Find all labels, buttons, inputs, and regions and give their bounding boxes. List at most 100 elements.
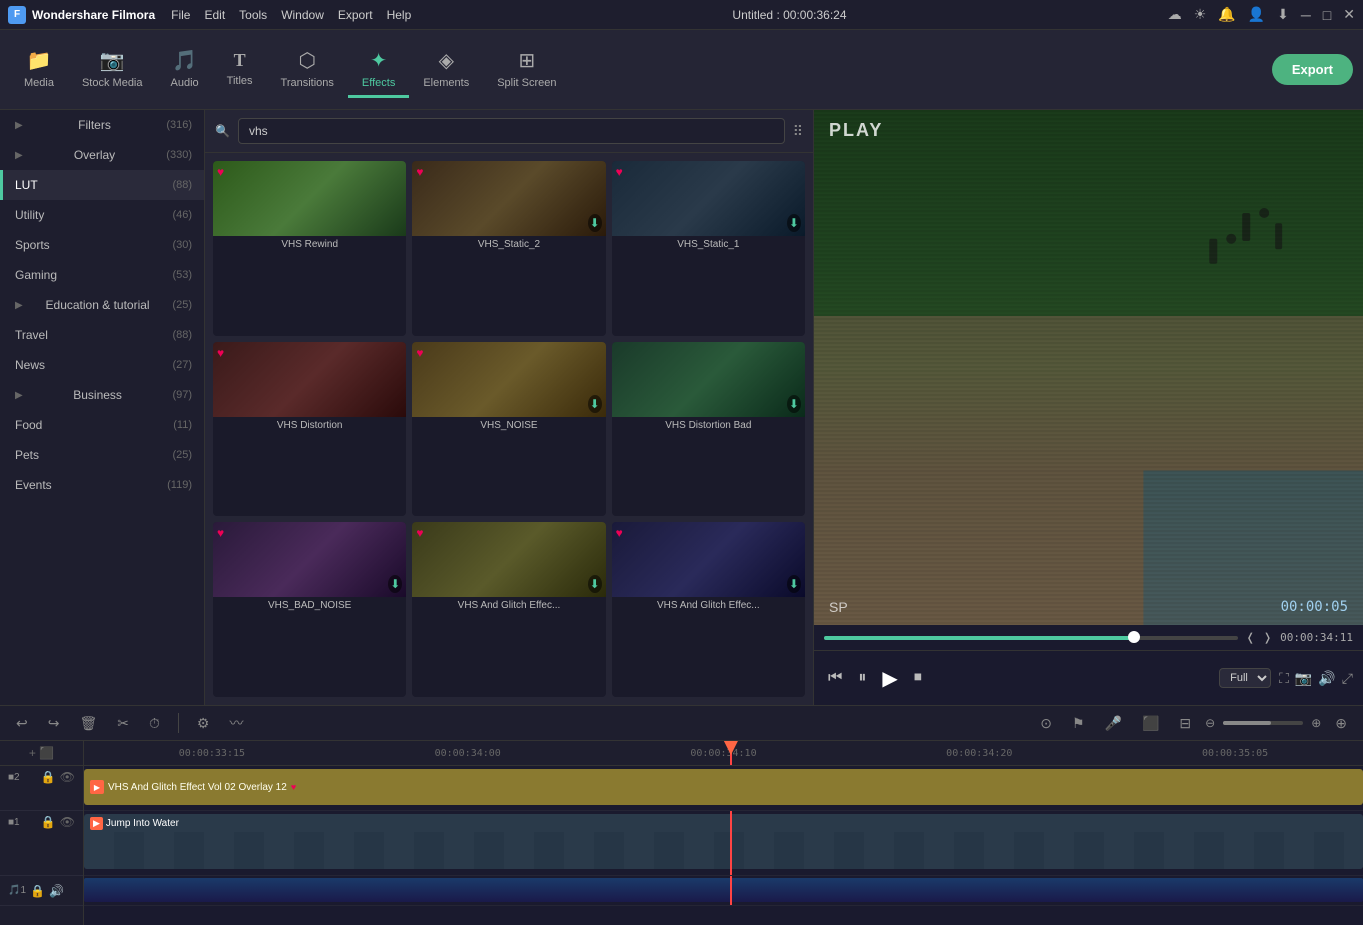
sidebar-item-news[interactable]: News (27) bbox=[0, 350, 204, 380]
effect-card-vhs-noise[interactable]: ♥ ⬇ VHS_NOISE bbox=[412, 342, 605, 517]
toolbar-stock-media[interactable]: 📷 Stock Media bbox=[68, 42, 157, 98]
effect-card-vhs-glitch-2[interactable]: ♥ ⬇ VHS And Glitch Effec... bbox=[612, 522, 805, 697]
expand-preview-icon[interactable]: ⛶ bbox=[1279, 670, 1289, 687]
mute-audio-icon[interactable]: 🔊 bbox=[49, 884, 64, 898]
split-view-button[interactable]: ⊟ bbox=[1173, 712, 1197, 735]
cut-button[interactable]: ✂ bbox=[111, 712, 135, 735]
download-icon[interactable]: ⬇ bbox=[787, 214, 801, 232]
screenshot-icon[interactable]: 📷 bbox=[1295, 670, 1312, 687]
download-icon[interactable]: ⬇ bbox=[388, 575, 402, 593]
zoom-in-icon[interactable]: ⊕ bbox=[1311, 716, 1321, 730]
sidebar-item-events[interactable]: Events (119) bbox=[0, 470, 204, 500]
toolbar-effects[interactable]: ✦ Effects bbox=[348, 42, 409, 98]
volume-icon[interactable]: 🔊 bbox=[1318, 670, 1335, 687]
play-button[interactable]: ▶ bbox=[878, 662, 901, 695]
toolbar-audio[interactable]: 🎵 Audio bbox=[157, 42, 213, 98]
toolbar-transitions[interactable]: ⬡ Transitions bbox=[267, 42, 348, 98]
sidebar-item-sports[interactable]: Sports (30) bbox=[0, 230, 204, 260]
speed-button[interactable]: ⏱ bbox=[143, 712, 166, 735]
sidebar-item-utility[interactable]: Utility (46) bbox=[0, 200, 204, 230]
effect-card-vhs-static-1[interactable]: ♥ ⬇ VHS_Static_1 bbox=[612, 161, 805, 336]
time-ruler[interactable]: 00:00:33:15 00:00:34:00 00:00:34:10 00:0… bbox=[84, 741, 1363, 766]
lock-track-1-icon[interactable]: 🔒 bbox=[41, 815, 56, 829]
menu-file[interactable]: File bbox=[171, 8, 190, 22]
timeline-right-controls: ⊙ ⚑ 🎤 ⬛ ⊟ ⊖ ⊕ ⊕ bbox=[1034, 712, 1353, 735]
timeline-content: + ⬛ ■2 🔒 👁 ■1 🔒 👁 bbox=[0, 741, 1363, 925]
export-button[interactable]: Export bbox=[1272, 54, 1353, 85]
audio-button[interactable]: 〰 bbox=[223, 710, 249, 736]
cloud-icon[interactable]: ☁ bbox=[1168, 6, 1182, 23]
effect-card-vhs-glitch-1[interactable]: ♥ ⬇ VHS And Glitch Effec... bbox=[412, 522, 605, 697]
menu-help[interactable]: Help bbox=[387, 8, 412, 22]
download-icon[interactable]: ⬇ bbox=[1277, 6, 1289, 23]
hide-track-1-icon[interactable]: 👁 bbox=[60, 815, 75, 829]
app-logo: F Wondershare Filmora bbox=[8, 6, 155, 24]
download-icon[interactable]: ⬇ bbox=[787, 395, 801, 413]
user-icon[interactable]: 👤 bbox=[1248, 6, 1265, 23]
undo-button[interactable]: ↩ bbox=[10, 712, 34, 735]
add-track-btn[interactable]: + ⬛ bbox=[29, 746, 54, 760]
sidebar-item-business[interactable]: ▶ Business (97) bbox=[0, 380, 204, 410]
toolbar-media[interactable]: 📁 Media bbox=[10, 42, 68, 98]
menu-window[interactable]: Window bbox=[281, 8, 324, 22]
toolbar-titles[interactable]: T Titles bbox=[213, 44, 267, 96]
download-icon[interactable]: ⬇ bbox=[588, 214, 602, 232]
menu-edit[interactable]: Edit bbox=[204, 8, 225, 22]
sidebar-item-education[interactable]: ▶ Education & tutorial (25) bbox=[0, 290, 204, 320]
download-icon[interactable]: ⬇ bbox=[588, 395, 602, 413]
fullscreen-icon[interactable]: ⤢ bbox=[1342, 670, 1353, 687]
sun-icon[interactable]: ☀ bbox=[1194, 6, 1207, 23]
close-icon[interactable]: ✕ bbox=[1343, 6, 1355, 23]
sidebar-item-overlay[interactable]: ▶ Overlay (330) bbox=[0, 140, 204, 170]
lock-track-2-icon[interactable]: 🔒 bbox=[41, 770, 56, 784]
expand-education-icon: ▶ bbox=[15, 300, 23, 311]
zoom-select[interactable]: Full bbox=[1219, 668, 1271, 688]
rewind-button[interactable]: ⏮ bbox=[824, 665, 846, 691]
sidebar-item-lut[interactable]: LUT (88) bbox=[0, 170, 204, 200]
overlay-clip[interactable]: ▶ VHS And Glitch Effect Vol 02 Overlay 1… bbox=[84, 769, 1363, 805]
video-clip[interactable]: ▶ Jump Into Water bbox=[84, 814, 1363, 869]
audio-record-button[interactable]: 🎤 bbox=[1099, 712, 1128, 735]
toolbar-split-screen[interactable]: ⊞ Split Screen bbox=[483, 42, 570, 98]
menu-tools[interactable]: Tools bbox=[239, 8, 267, 22]
sidebar-item-travel[interactable]: Travel (88) bbox=[0, 320, 204, 350]
zoom-out-icon[interactable]: ⊖ bbox=[1205, 716, 1215, 730]
effect-card-vhs-static-2[interactable]: ♥ ⬇ VHS_Static_2 bbox=[412, 161, 605, 336]
effects-grid: ♥ VHS Rewind ♥ ⬇ VHS_Static_2 ♥ ⬇ VHS_St… bbox=[205, 153, 813, 705]
sidebar-item-filters[interactable]: ▶ Filters (316) bbox=[0, 110, 204, 140]
effect-card-vhs-distortion-bad[interactable]: ⬇ VHS Distortion Bad bbox=[612, 342, 805, 517]
seek-thumb[interactable] bbox=[1128, 631, 1140, 643]
marker-button[interactable]: ⚑ bbox=[1066, 712, 1091, 735]
audio-clip[interactable] bbox=[84, 878, 1363, 902]
add-track-button[interactable]: ⊕ bbox=[1329, 712, 1353, 735]
timeline-zoom-slider[interactable] bbox=[1223, 721, 1303, 725]
toolbar-elements[interactable]: ◈ Elements bbox=[409, 42, 483, 98]
redo-button[interactable]: ↪ bbox=[42, 712, 66, 735]
download-icon[interactable]: ⬇ bbox=[787, 575, 801, 593]
playhead[interactable] bbox=[730, 741, 732, 765]
stop-button[interactable]: ⏹ bbox=[910, 665, 926, 691]
effect-card-vhs-bad-noise[interactable]: ♥ ⬇ VHS_BAD_NOISE bbox=[213, 522, 406, 697]
effect-card-vhs-rewind[interactable]: ♥ VHS Rewind bbox=[213, 161, 406, 336]
step-back-button[interactable]: ⏸ bbox=[854, 665, 870, 691]
delete-button[interactable]: 🗑 bbox=[73, 712, 103, 735]
hide-track-2-icon[interactable]: 👁 bbox=[60, 770, 75, 784]
sidebar-item-pets[interactable]: Pets (25) bbox=[0, 440, 204, 470]
menu-export[interactable]: Export bbox=[338, 8, 373, 22]
effect-card-vhs-distortion[interactable]: ♥ VHS Distortion bbox=[213, 342, 406, 517]
titles-label: Titles bbox=[227, 75, 253, 87]
sidebar-item-gaming[interactable]: Gaming (53) bbox=[0, 260, 204, 290]
snap-button[interactable]: ⊙ bbox=[1034, 712, 1058, 735]
grid-view-icon[interactable]: ⠿ bbox=[793, 123, 803, 140]
maximize-icon[interactable]: □ bbox=[1323, 7, 1331, 23]
sidebar-label-overlay: Overlay bbox=[74, 148, 115, 162]
minimize-icon[interactable]: ─ bbox=[1301, 7, 1311, 23]
tracks-button[interactable]: ⬛ bbox=[1136, 712, 1165, 735]
sidebar-item-food[interactable]: Food (11) bbox=[0, 410, 204, 440]
search-input[interactable] bbox=[238, 118, 785, 144]
download-icon[interactable]: ⬇ bbox=[588, 575, 602, 593]
seek-bar[interactable] bbox=[824, 636, 1238, 640]
lock-audio-icon[interactable]: 🔒 bbox=[30, 884, 45, 898]
adjust-button[interactable]: ⚙ bbox=[191, 712, 216, 735]
notification-icon[interactable]: 🔔 bbox=[1218, 6, 1235, 23]
